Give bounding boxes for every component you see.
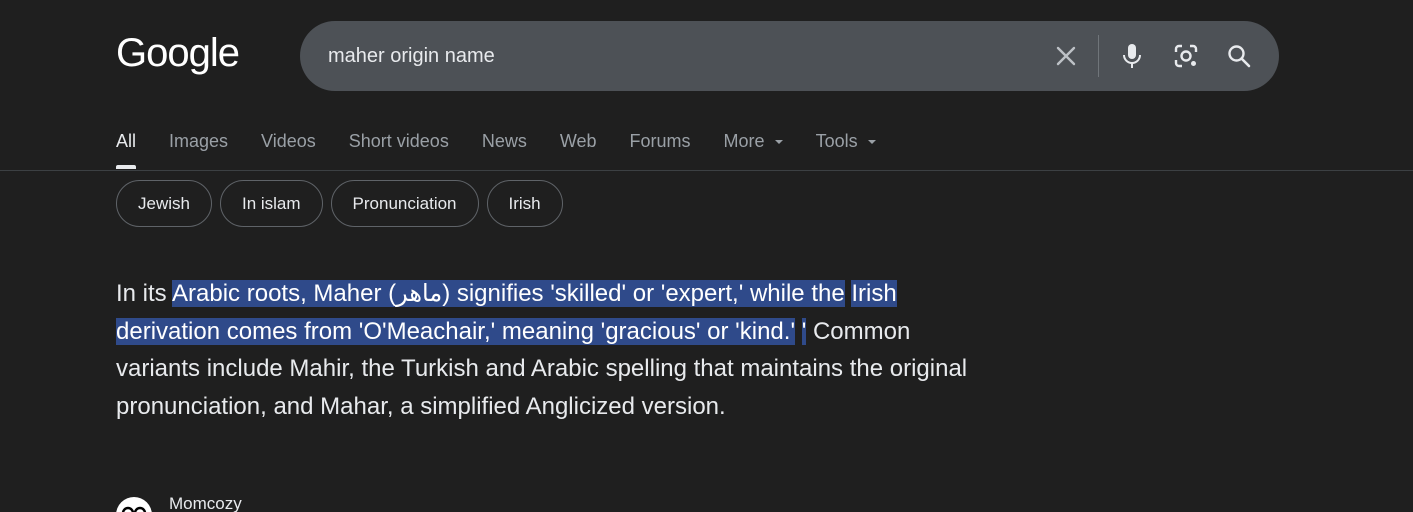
answer-prefix: In its: [116, 280, 173, 307]
ai-answer-text: In its Arabic roots, Maher (ماهر) signif…: [116, 275, 986, 425]
tab-images[interactable]: Images: [169, 128, 228, 170]
chip-in-islam[interactable]: In islam: [219, 180, 323, 227]
chevron-down-icon: [867, 140, 876, 144]
tab-videos[interactable]: Videos: [261, 128, 316, 170]
source-name[interactable]: Momcozy: [169, 494, 242, 512]
tab-short-videos[interactable]: Short videos: [349, 128, 449, 170]
refinement-chips: Jewish In islam Pronunciation Irish: [116, 180, 571, 227]
tab-web[interactable]: Web: [560, 128, 597, 170]
close-icon[interactable]: [1052, 42, 1080, 70]
search-icon[interactable]: [1225, 42, 1253, 70]
chip-jewish[interactable]: Jewish: [116, 180, 212, 227]
search-divider: [1098, 35, 1099, 77]
source-logo[interactable]: [116, 497, 152, 512]
tab-more[interactable]: More: [724, 128, 783, 170]
answer-highlight: Arabic roots, Maher (ماهر) signifies 'sk…: [172, 280, 845, 307]
tab-tools[interactable]: Tools: [816, 128, 876, 170]
search-tabs: All Images Videos Short videos News Web …: [116, 128, 909, 170]
chip-pronunciation[interactable]: Pronunciation: [330, 180, 479, 227]
tab-forums[interactable]: Forums: [630, 128, 691, 170]
tabs-divider: [0, 170, 1413, 171]
microphone-icon[interactable]: [1118, 42, 1146, 70]
tab-news[interactable]: News: [482, 128, 527, 170]
lens-icon[interactable]: [1172, 42, 1200, 70]
search-bar[interactable]: maher origin name: [300, 21, 1279, 91]
tab-all[interactable]: All: [116, 128, 137, 170]
chevron-down-icon: [774, 140, 783, 144]
search-results-page: Google maher origin name All Images Vide…: [0, 0, 1413, 512]
chip-irish[interactable]: Irish: [486, 180, 563, 227]
google-logo[interactable]: Google: [116, 30, 240, 76]
search-input[interactable]: maher origin name: [328, 44, 495, 68]
